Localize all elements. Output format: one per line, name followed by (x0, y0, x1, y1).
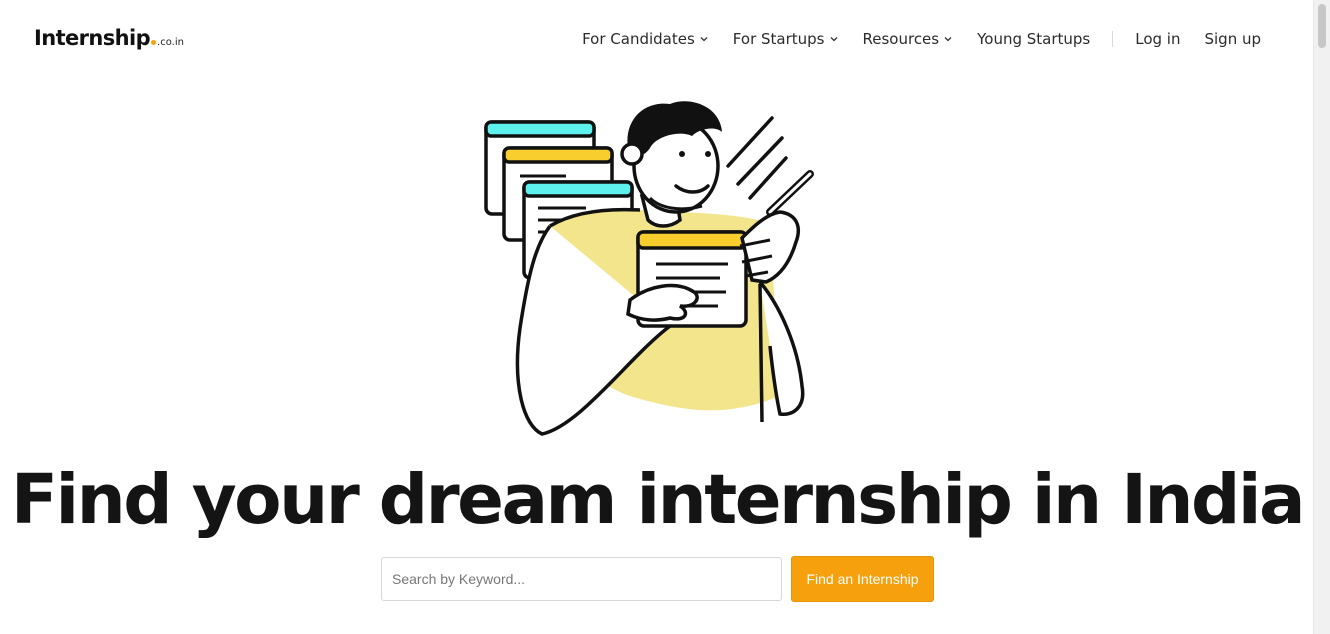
nav-resources[interactable]: Resources (863, 30, 954, 48)
chevron-down-icon (830, 37, 837, 42)
chevron-down-icon (700, 37, 708, 42)
search-bar: Find an Internship (381, 556, 934, 602)
hero-title: Find your dream internship in India (10, 460, 1306, 540)
nav-divider (1112, 31, 1114, 47)
main-nav: For Candidates For Startups Resources Yo… (582, 30, 1261, 48)
find-internship-button[interactable]: Find an Internship (791, 556, 934, 602)
nav-for-candidates-label: For Candidates (582, 30, 695, 48)
character-head (620, 101, 722, 228)
hero-illustration (484, 101, 814, 436)
nav-young-startups-label: Young Startups (977, 30, 1091, 48)
page: Internship .co.in For Candidates For Star… (0, 0, 1330, 634)
search-input[interactable] (381, 557, 782, 601)
nav-for-candidates[interactable]: For Candidates (582, 30, 709, 48)
signup-link[interactable]: Sign up (1204, 30, 1261, 48)
chevron-down-icon (944, 37, 952, 42)
site-logo[interactable]: Internship .co.in (34, 26, 184, 50)
site-header: Internship .co.in For Candidates For Star… (0, 0, 1314, 80)
vertical-scrollbar[interactable] (1313, 0, 1330, 634)
nav-resources-label: Resources (862, 30, 940, 48)
logo-wordmark: Internship (34, 26, 151, 50)
scrollbar-thumb[interactable] (1318, 4, 1326, 48)
nav-young-startups[interactable]: Young Startups (977, 30, 1090, 48)
logo-dot-icon (151, 40, 157, 45)
login-link[interactable]: Log in (1135, 30, 1180, 48)
nav-for-startups[interactable]: For Startups (733, 30, 839, 48)
logo-tld: .co.in (157, 37, 184, 48)
motion-lines (726, 116, 788, 200)
nav-for-startups-label: For Startups (732, 30, 825, 48)
